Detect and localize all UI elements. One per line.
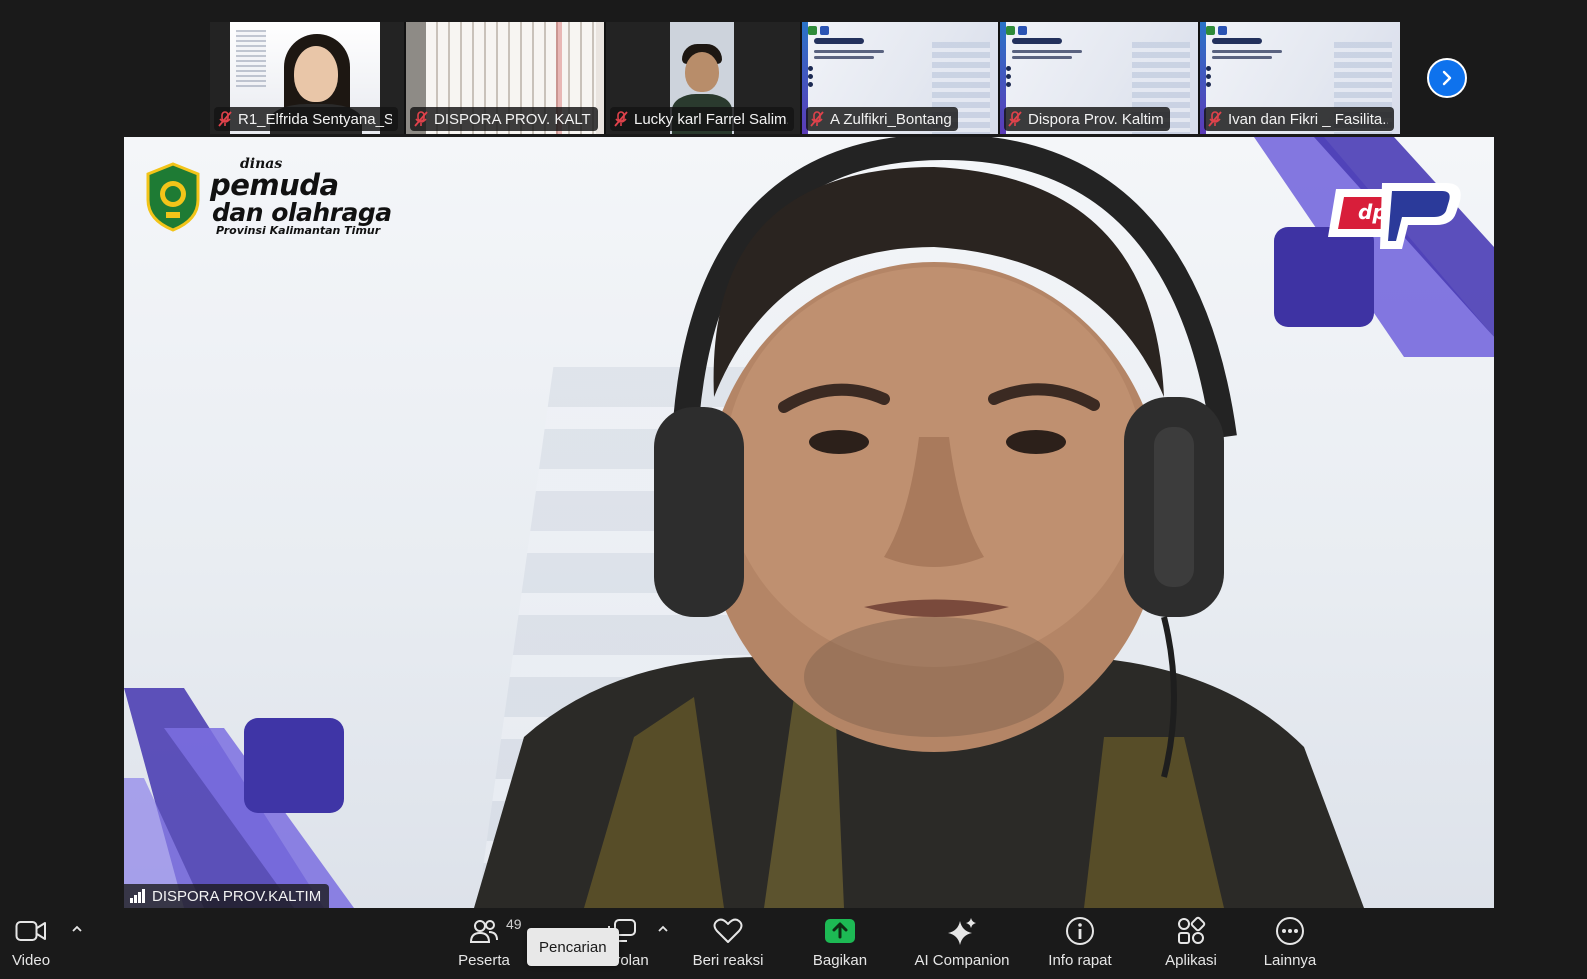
- participant-tile[interactable]: Dispora Prov. Kaltim: [1000, 22, 1200, 134]
- participant-tile[interactable]: DISPORA PROV. KALTI...: [406, 22, 606, 134]
- video-camera-icon: [15, 921, 46, 941]
- chevron-up-icon: [72, 925, 82, 932]
- more-label: Lainnya: [1263, 952, 1317, 969]
- video-options-caret[interactable]: [70, 922, 84, 936]
- participant-name: DISPORA PROV. KALTI...: [434, 110, 592, 128]
- apps-button[interactable]: Aplikasi: [1162, 914, 1220, 974]
- mic-muted-icon: [614, 111, 628, 127]
- next-participants-button[interactable]: [1427, 58, 1467, 98]
- ai-companion-label: AI Companion: [914, 952, 1010, 969]
- search-tooltip: Pencarian: [527, 928, 619, 966]
- participant-name-tag: Lucky karl Farrel Salim...: [610, 107, 794, 131]
- participant-tile[interactable]: Lucky karl Farrel Salim...: [606, 22, 802, 134]
- mic-muted-icon: [1008, 111, 1022, 127]
- dispora-wordmark: dinas pemuda dan olahraga Provinsi Kalim…: [210, 157, 392, 236]
- share-label: Bagikan: [812, 952, 868, 969]
- participants-button[interactable]: Peserta: [456, 914, 512, 974]
- province-shield-icon: [146, 161, 200, 232]
- apps-icon: [1178, 916, 1206, 944]
- heart-icon: [713, 918, 743, 943]
- sparkle-icon: [948, 918, 976, 945]
- zoom-meeting-window: R1_Elfrida Sentyana_S... DISPORA PROV. K…: [0, 0, 1587, 979]
- participant-tile[interactable]: Ivan dan Fikri _ Fasilita...: [1200, 22, 1400, 134]
- meeting-toolbar: Video Peserta 49 Obrolan Pencarian Beri …: [0, 908, 1587, 979]
- chevron-right-icon: [1442, 70, 1452, 86]
- search-tooltip-text: Pencarian: [539, 938, 607, 956]
- more-button[interactable]: Lainnya: [1260, 914, 1320, 974]
- speaker-name: DISPORA PROV.KALTIM: [152, 887, 322, 905]
- meeting-info-button[interactable]: Info rapat: [1044, 914, 1116, 974]
- participant-name-tag: Dispora Prov. Kaltim: [1004, 107, 1170, 131]
- participant-tile[interactable]: A Zulfikri_Bontang: [802, 22, 1000, 134]
- participants-icon: [469, 920, 498, 943]
- participant-name-tag: A Zulfikri_Bontang: [806, 107, 958, 131]
- chevron-up-icon: [658, 925, 668, 932]
- speaker-person: [474, 137, 1364, 908]
- speaker-name-tag: DISPORA PROV.KALTIM: [124, 884, 330, 908]
- participant-tile[interactable]: R1_Elfrida Sentyana_S...: [210, 22, 406, 134]
- meeting-info-label: Info rapat: [1048, 952, 1112, 969]
- logo-line-3: dan olahraga: [212, 198, 392, 227]
- participant-count: 49: [506, 916, 522, 932]
- participants-label: Peserta: [458, 952, 510, 969]
- mic-muted-icon: [810, 111, 824, 127]
- video-button[interactable]: Video: [8, 914, 54, 974]
- dispora-logo: dinas pemuda dan olahraga Provinsi Kalim…: [144, 157, 392, 236]
- mic-muted-icon: [414, 111, 428, 127]
- mic-muted-icon: [218, 111, 232, 127]
- react-button[interactable]: Beri reaksi: [690, 914, 766, 974]
- more-icon: [1276, 917, 1304, 945]
- logo-line-4: Provinsi Kalimantan Timur: [216, 224, 381, 237]
- participant-name: Ivan dan Fikri _ Fasilita...: [1228, 110, 1388, 128]
- signal-bars-icon: [130, 889, 145, 903]
- participant-strip: R1_Elfrida Sentyana_S... DISPORA PROV. K…: [210, 22, 1408, 134]
- participant-name-tag: Ivan dan Fikri _ Fasilita...: [1204, 107, 1394, 131]
- apps-label: Aplikasi: [1165, 952, 1217, 969]
- participant-name: R1_Elfrida Sentyana_S...: [238, 110, 392, 128]
- mic-muted-icon: [1208, 111, 1222, 127]
- ai-companion-button[interactable]: AI Companion: [910, 914, 1014, 974]
- participant-name: Dispora Prov. Kaltim: [1028, 110, 1164, 128]
- share-button[interactable]: Bagikan: [810, 914, 870, 974]
- participant-name-tag: DISPORA PROV. KALTI...: [410, 107, 598, 131]
- logo-line-2: pemuda: [210, 168, 339, 202]
- react-label: Beri reaksi: [692, 952, 764, 969]
- participant-name: Lucky karl Farrel Salim...: [634, 110, 788, 128]
- active-speaker-video: dinas pemuda dan olahraga Provinsi Kalim…: [124, 137, 1494, 908]
- video-label: Video: [11, 952, 51, 969]
- background-decoration: [124, 688, 354, 908]
- share-screen-icon: [825, 919, 855, 943]
- chat-options-caret[interactable]: [656, 922, 670, 936]
- participant-name-tag: R1_Elfrida Sentyana_S...: [214, 107, 398, 131]
- participant-name: A Zulfikri_Bontang: [830, 110, 952, 128]
- info-icon: [1066, 917, 1094, 945]
